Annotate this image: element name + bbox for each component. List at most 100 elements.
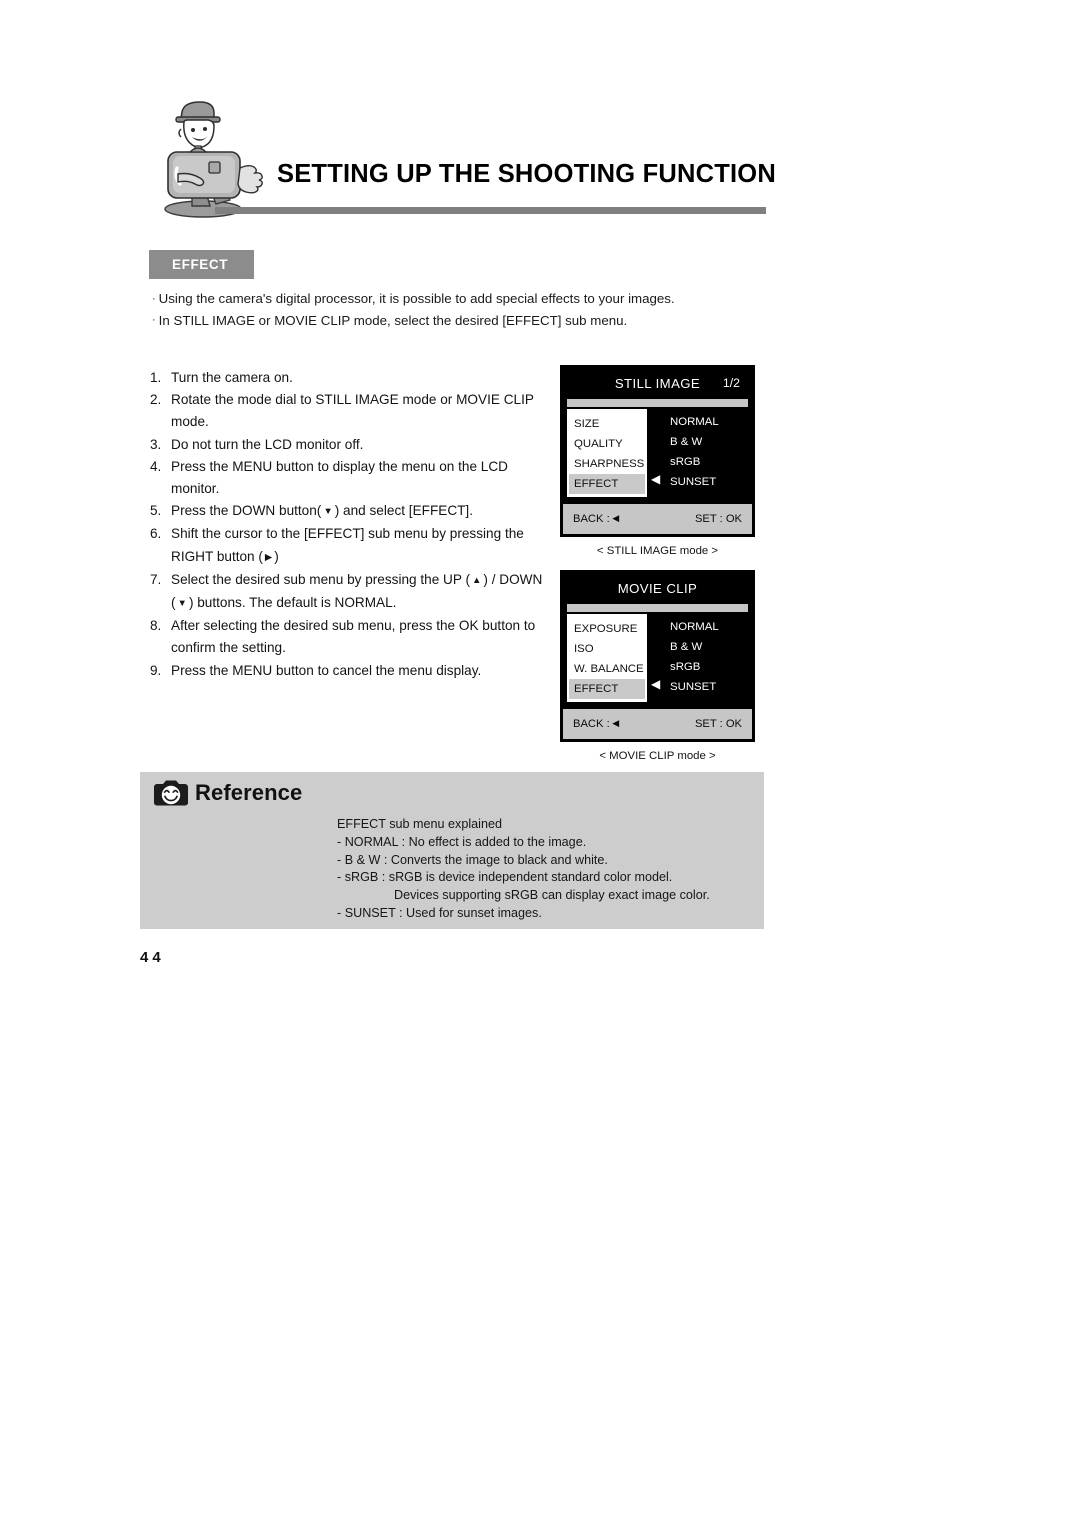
- page-title: SETTING UP THE SHOOTING FUNCTION: [277, 160, 776, 188]
- direction-arrow-icon: ▼: [177, 598, 187, 610]
- section-badge-label: EFFECT: [172, 257, 229, 272]
- step-text-fragment: Press the MENU button to display the men…: [171, 458, 508, 497]
- lcd-panel: STILL IMAGE 1/2 SIZE QUALITY SHARPNESS EFFECT…: [560, 365, 755, 537]
- lcd-sub-menu-column: NORMAL B & WsRGB SUNSET: [666, 614, 750, 698]
- lcd-cursor-left-arrow-icon: ◀: [651, 677, 661, 691]
- lcd-sub-menu-item-normal[interactable]: NORMAL: [666, 412, 750, 432]
- smiley-camera-icon: [154, 780, 188, 806]
- lcd-footer-back-label: BACK :: [573, 718, 610, 730]
- section-badge-effect: EFFECT: [149, 250, 254, 279]
- reference-text-block: EFFECT sub menu explained - NORMAL : No e…: [337, 816, 757, 923]
- lcd-page-indicator: 1/2: [722, 376, 740, 390]
- lcd-menu-item-effect[interactable]: EFFECT: [569, 474, 645, 494]
- instruction-step: 6. Shift the cursor to the [EFFECT] sub m…: [150, 523, 550, 568]
- step-number: 5.: [150, 503, 162, 519]
- step-text: Do not turn the LCD monitor off.: [171, 434, 550, 456]
- lcd-footer-back-label: BACK :: [573, 513, 610, 525]
- intro-bullet-list: · Using the camera's digital processor, i…: [152, 288, 772, 331]
- lcd-sub-menu-item-srgb[interactable]: sRGB: [666, 657, 750, 677]
- step-number: 3.: [150, 436, 162, 452]
- lcd-menu-item-w-balance[interactable]: W. BALANCE: [569, 659, 645, 679]
- reference-line: - sRGB : sRGB is device independent stan…: [337, 870, 673, 885]
- lcd-footer-set-hint: SET : OK: [694, 718, 742, 730]
- lcd-main-menu-column: SIZE QUALITY SHARPNESS EFFECT: [567, 409, 647, 497]
- lcd-menu-item-exposure[interactable]: EXPOSURE: [569, 619, 645, 639]
- step-number: 9.: [150, 662, 162, 678]
- lcd-caption: < MOVIE CLIP mode >: [599, 750, 716, 762]
- reference-line: - SUNSET : Used for sunset images.: [337, 905, 542, 920]
- camera-mascot-illustration: [164, 101, 263, 218]
- lcd-sub-menu-item-normal[interactable]: NORMAL: [666, 617, 750, 637]
- lcd-sub-menu-column: NORMAL B & WsRGB SUNSET: [666, 409, 750, 493]
- step-text: Rotate the mode dial to STILL IMAGE mode…: [171, 389, 550, 433]
- lcd-body: EXPOSURE ISO W. BALANCE EFFECT ◀ NORMAL B & Ws…: [563, 612, 752, 709]
- intro-bullet-text: In STILL IMAGE or MOVIE CLIP mode, selec…: [158, 312, 628, 328]
- lcd-sub-menu-item-b-w[interactable]: B & W: [666, 432, 750, 452]
- step-number: 2.: [150, 392, 162, 408]
- lcd-footer-back-hint: BACK : ◀: [573, 513, 619, 525]
- step-number: 4.: [150, 458, 162, 474]
- lcd-footer-back-hint: BACK : ◀: [573, 718, 619, 730]
- reference-line: - NORMAL : No effect is added to the ima…: [337, 834, 587, 849]
- intro-bullet-item: · Using the camera's digital processor, i…: [152, 288, 772, 310]
- bullet-glyph: ·: [152, 292, 156, 305]
- lcd-footer-set-hint: SET : OK: [694, 513, 742, 525]
- lcd-footer-back-arrow-icon: ◀: [609, 718, 620, 728]
- page-number: 44: [140, 949, 165, 966]
- step-text-fragment: After selecting the desired sub menu, pr…: [171, 618, 536, 656]
- lcd-sub-menu-item-sunset[interactable]: SUNSET: [666, 677, 750, 697]
- step-text: Press the DOWN button(▼) and select [EFF…: [171, 500, 550, 523]
- lcd-footer-bar: BACK : ◀ SET : OK: [563, 504, 752, 534]
- reference-header: Reference: [154, 780, 302, 806]
- lcd-body: SIZE QUALITY SHARPNESS EFFECT ◀ NORMAL B & WsR…: [563, 407, 752, 504]
- lcd-menu-item-size[interactable]: SIZE: [569, 414, 645, 434]
- step-text-fragment: Press the DOWN button(: [171, 503, 322, 519]
- instruction-step: 3. Do not turn the LCD monitor off.: [150, 434, 550, 456]
- step-text: After selecting the desired sub menu, pr…: [171, 615, 550, 659]
- instruction-step: 5. Press the DOWN button(▼) and select [E…: [150, 500, 550, 523]
- lcd-screen-still-image: STILL IMAGE 1/2 SIZE QUALITY SHARPNESS EFFECT…: [560, 365, 755, 557]
- intro-bullet-text: Using the camera's digital processor, it…: [158, 291, 675, 306]
- step-text-fragment: Turn the camera on.: [171, 370, 293, 385]
- lcd-sub-menu-item-srgb[interactable]: sRGB: [666, 452, 750, 472]
- lcd-title-bar: STILL IMAGE 1/2: [563, 368, 752, 398]
- lcd-menu-item-sharpness[interactable]: SHARPNESS: [569, 454, 645, 474]
- title-rule: [215, 207, 766, 214]
- reference-title: Reference: [195, 780, 303, 805]
- lcd-sub-menu-item-sunset[interactable]: SUNSET: [666, 472, 750, 492]
- lcd-main-menu-column: EXPOSURE ISO W. BALANCE EFFECT: [567, 614, 647, 702]
- step-number: 6.: [150, 526, 162, 542]
- instruction-step: 1. Turn the camera on.: [150, 367, 550, 389]
- lcd-footer-bar: BACK : ◀ SET : OK: [563, 709, 752, 739]
- lcd-screen-movie-clip: MOVIE CLIP EXPOSURE ISO W. BALANCE EFFECT ◀ NO…: [560, 570, 755, 762]
- step-text: Shift the cursor to the [EFFECT] sub men…: [171, 523, 550, 568]
- lcd-menu-item-effect[interactable]: EFFECT: [569, 679, 645, 699]
- instruction-step: 8. After selecting the desired sub menu, …: [150, 615, 550, 659]
- bullet-glyph: ·: [152, 314, 156, 326]
- step-text-fragment: ): [274, 548, 279, 564]
- lcd-cursor-left-arrow-icon: ◀: [651, 472, 661, 486]
- step-text-fragment: Rotate the mode dial to STILL IMAGE mode…: [171, 392, 534, 430]
- step-number: 7.: [150, 571, 162, 587]
- lcd-menu-item-quality[interactable]: QUALITY: [569, 434, 645, 454]
- lcd-menu-item-iso[interactable]: ISO: [569, 639, 645, 659]
- reference-line: EFFECT sub menu explained: [337, 817, 502, 831]
- reference-box: Reference EFFECT sub menu explained - NOR…: [140, 772, 764, 929]
- instruction-step: 7. Select the desired sub menu by pressin…: [150, 569, 550, 615]
- step-text: Press the MENU button to cancel the menu…: [171, 660, 550, 682]
- step-text: Turn the camera on.: [171, 367, 550, 389]
- direction-arrow-icon: ▼: [323, 506, 333, 518]
- step-text-fragment: Do not turn the LCD monitor off.: [171, 436, 364, 452]
- instruction-step: 2. Rotate the mode dial to STILL IMAGE mo…: [150, 389, 550, 433]
- lcd-title-text: MOVIE CLIP: [617, 580, 698, 596]
- step-text-fragment: ) buttons. The default is NORMAL.: [188, 595, 397, 611]
- instruction-step: 4. Press the MENU button to display the m…: [150, 456, 550, 500]
- step-text: Press the MENU button to display the men…: [171, 456, 550, 500]
- step-text-fragment: Shift the cursor to the [EFFECT] sub men…: [171, 526, 524, 564]
- lcd-sub-menu-item-b-w[interactable]: B & W: [666, 637, 750, 657]
- step-text-fragment: Press the MENU button to cancel the menu…: [171, 662, 482, 678]
- direction-arrow-icon: ▶: [264, 551, 273, 563]
- instruction-step: 9. Press the MENU button to cancel the me…: [150, 660, 550, 682]
- lcd-title-text: STILL IMAGE: [614, 375, 701, 391]
- lcd-divider: [567, 604, 748, 612]
